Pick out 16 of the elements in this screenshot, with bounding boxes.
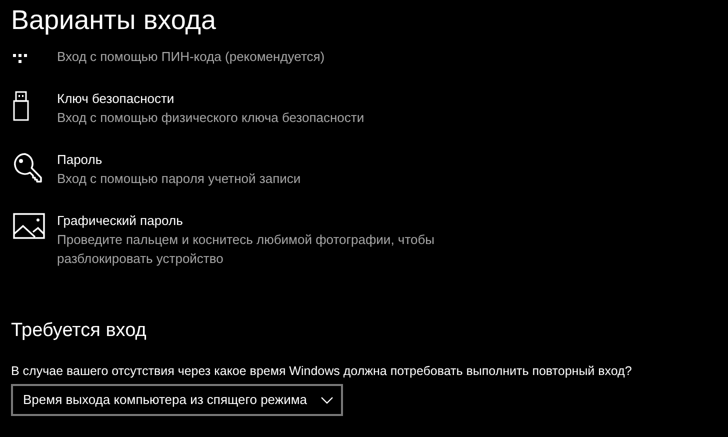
- key-icon: [13, 152, 45, 184]
- usb-key-icon: [13, 91, 29, 121]
- image-icon: [13, 213, 45, 239]
- option-description: Проведите пальцем и коснитесь любимой фотографии, чтобы разблокировать устройство: [57, 231, 436, 268]
- timeout-dropdown[interactable]: Время выхода компьютера из спящего режима: [11, 384, 344, 416]
- option-description: Вход с помощью ПИН-кода (рекомендуется): [57, 48, 325, 66]
- option-title[interactable]: Графический пароль: [57, 211, 437, 230]
- option-description: Вход с помощью физического ключа безопасности: [57, 109, 364, 127]
- section-heading: Требуется вход: [11, 319, 148, 343]
- option-description: Вход с помощью пароля учетной записи: [57, 170, 301, 188]
- option-title[interactable]: Ключ безопасности: [57, 89, 364, 108]
- question-text: В случае вашего отсутствия через какое время Windows должна потребовать выполнить повторный вход?: [11, 363, 633, 380]
- chevron-down-icon: [321, 396, 334, 404]
- page-title: Варианты входа: [11, 4, 218, 37]
- option-title[interactable]: Пароль: [57, 150, 301, 169]
- keypad-icon: [13, 54, 27, 64]
